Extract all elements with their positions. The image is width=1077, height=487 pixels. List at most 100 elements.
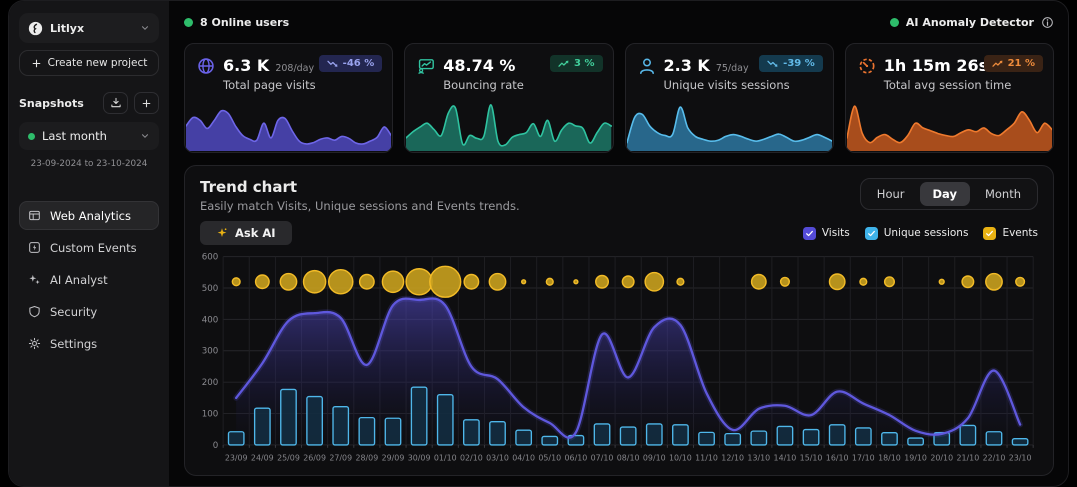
anomaly-label: AI Anomaly Detector xyxy=(906,16,1034,29)
online-users: 8 Online users xyxy=(184,16,289,29)
stat-card-total-avg-session-time: 1h 15m 26sTotal avg session time 21 % xyxy=(845,43,1054,153)
svg-text:05/10: 05/10 xyxy=(538,453,561,462)
checkbox-checked-icon[interactable] xyxy=(983,227,996,240)
stat-sparkline xyxy=(406,97,611,151)
trend-header: Trend chart Easily match Visits, Unique … xyxy=(200,178,1038,213)
svg-text:21/10: 21/10 xyxy=(956,453,979,462)
svg-text:11/10: 11/10 xyxy=(695,453,718,462)
ask-ai-label: Ask AI xyxy=(235,226,276,240)
add-snapshot-button[interactable] xyxy=(134,92,159,114)
chevron-down-icon xyxy=(140,23,150,33)
trend-down-icon xyxy=(767,60,778,68)
stat-label: Total avg session time xyxy=(846,75,1053,92)
ai-analyst-icon xyxy=(28,273,41,286)
topbar: 8 Online users AI Anomaly Detector xyxy=(184,12,1054,32)
svg-text:12/10: 12/10 xyxy=(721,453,744,462)
trend-down-icon xyxy=(327,60,338,68)
svg-text:20/10: 20/10 xyxy=(930,453,953,462)
anomaly-dot xyxy=(890,18,899,27)
svg-text:28/09: 28/09 xyxy=(355,453,378,462)
range-tabs: HourDayMonth xyxy=(860,178,1038,210)
stat-value-row: 2.3 K75/day xyxy=(664,56,749,75)
sidebar-item-custom-events[interactable]: Custom Events xyxy=(19,233,159,262)
svg-text:19/10: 19/10 xyxy=(904,453,927,462)
export-snapshot-button[interactable] xyxy=(103,92,128,114)
svg-text:25/09: 25/09 xyxy=(277,453,300,462)
legend-events[interactable]: Events xyxy=(983,227,1038,240)
stat-rate: 208/day xyxy=(275,63,314,74)
tab-month[interactable]: Month xyxy=(972,182,1034,206)
trend-up-icon xyxy=(558,60,569,68)
stat-badge-text: 21 % xyxy=(1008,58,1035,69)
tab-hour[interactable]: Hour xyxy=(864,182,918,206)
svg-text:18/10: 18/10 xyxy=(878,453,901,462)
tab-day[interactable]: Day xyxy=(920,182,970,206)
svg-text:22/10: 22/10 xyxy=(983,453,1006,462)
sidebar-item-label: Web Analytics xyxy=(50,209,131,223)
snapshots-header: Snapshots xyxy=(19,92,159,114)
stat-label: Bouncing rate xyxy=(405,75,612,92)
svg-text:400: 400 xyxy=(202,315,219,325)
legend-label: Visits xyxy=(822,227,850,239)
project-selector[interactable]: Litlyx xyxy=(19,13,159,43)
stat-trend-badge: 21 % xyxy=(984,55,1043,72)
stat-trend-badge: -39 % xyxy=(759,55,823,72)
trend-up-icon xyxy=(992,60,1003,68)
snapshot-date-range: 23-09-2024 to 23-10-2024 xyxy=(19,159,159,169)
checkbox-checked-icon[interactable] xyxy=(865,227,878,240)
svg-text:01/10: 01/10 xyxy=(434,453,457,462)
bounce-rate-icon xyxy=(417,57,435,75)
sidebar-nav: Web Analytics Custom Events AI Analyst Secu… xyxy=(19,201,159,358)
sidebar-item-web-analytics[interactable]: Web Analytics xyxy=(19,201,159,230)
checkbox-checked-icon[interactable] xyxy=(803,227,816,240)
svg-text:07/10: 07/10 xyxy=(591,453,614,462)
snapshot-select[interactable]: Last month xyxy=(19,122,159,150)
stat-badge-text: -46 % xyxy=(343,58,375,69)
project-name: Litlyx xyxy=(50,22,133,35)
stat-value-row: 6.3 K 208/day xyxy=(223,56,314,75)
sidebar-item-ai-analyst[interactable]: AI Analyst xyxy=(19,265,159,294)
svg-text:100: 100 xyxy=(202,409,219,419)
plus-icon xyxy=(141,98,152,109)
sidebar-item-settings[interactable]: Settings xyxy=(19,329,159,358)
legend-unique-sessions[interactable]: Unique sessions xyxy=(865,227,969,240)
stat-value: 6.3 K xyxy=(223,56,269,75)
svg-text:15/10: 15/10 xyxy=(800,453,823,462)
security-icon xyxy=(28,305,41,318)
sparkle-icon xyxy=(216,227,228,239)
ask-ai-button[interactable]: Ask AI xyxy=(200,221,292,245)
globe-icon xyxy=(197,57,215,75)
stat-value-row: 1h 15m 26s xyxy=(884,56,988,75)
svg-text:10/10: 10/10 xyxy=(669,453,692,462)
svg-text:600: 600 xyxy=(202,253,219,263)
create-project-label: Create new project xyxy=(48,57,148,69)
stat-badge-text: 3 % xyxy=(574,58,594,69)
trend-chart-canvas: 010020030040050060023/0924/0925/0926/092… xyxy=(200,247,1038,471)
snapshot-selected-value: Last month xyxy=(42,129,133,143)
svg-text:04/10: 04/10 xyxy=(512,453,535,462)
chart-legend: Visits Unique sessions Events xyxy=(803,227,1038,240)
svg-text:02/10: 02/10 xyxy=(460,453,483,462)
trend-titles: Trend chart Easily match Visits, Unique … xyxy=(200,178,520,213)
stat-trend-badge: 3 % xyxy=(550,55,602,72)
svg-text:24/09: 24/09 xyxy=(251,453,274,462)
sidebar-item-security[interactable]: Security xyxy=(19,297,159,326)
svg-text:09/10: 09/10 xyxy=(643,453,666,462)
info-icon[interactable] xyxy=(1041,16,1054,29)
svg-text:27/09: 27/09 xyxy=(329,453,352,462)
legend-label: Unique sessions xyxy=(884,227,969,239)
stat-badge-text: -39 % xyxy=(783,58,815,69)
svg-text:23/10: 23/10 xyxy=(1009,453,1032,462)
stat-sparkline xyxy=(847,97,1052,151)
online-dot xyxy=(184,18,193,27)
svg-text:14/10: 14/10 xyxy=(774,453,797,462)
svg-text:06/10: 06/10 xyxy=(565,453,588,462)
stat-card-bouncing-rate: 48.74 %Bouncing rate3 % xyxy=(404,43,613,153)
legend-visits[interactable]: Visits xyxy=(803,227,850,240)
timer-icon xyxy=(858,57,876,75)
svg-text:0: 0 xyxy=(213,441,219,451)
svg-text:16/10: 16/10 xyxy=(826,453,849,462)
sidebar-item-label: Settings xyxy=(50,337,97,351)
create-project-button[interactable]: Create new project xyxy=(19,50,159,76)
main-content: 8 Online users AI Anomaly Detector 6.3 K… xyxy=(169,1,1068,486)
